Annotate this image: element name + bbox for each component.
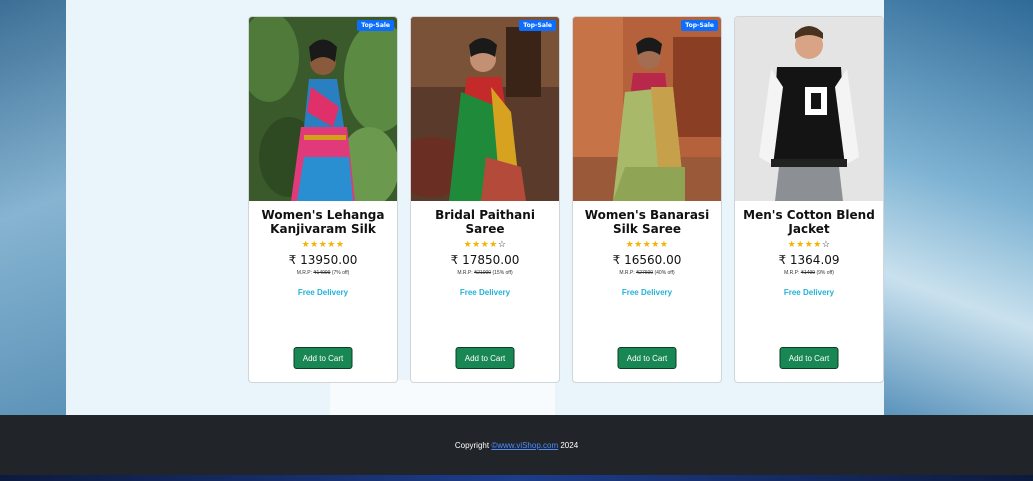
- mrp-label: M.R.P:: [619, 270, 635, 276]
- product-mrp: M.R.P: ₹14999 (7% off): [255, 270, 391, 276]
- add-to-cart-button[interactable]: Add to Cart: [455, 347, 515, 369]
- copyright-prefix: Copyright: [454, 441, 492, 450]
- free-delivery-label: Free Delivery: [621, 288, 673, 297]
- product-card[interactable]: Top-Sale Bridal Paithani Saree ★★★★☆ ₹ 1…: [410, 16, 560, 383]
- product-mrp: M.R.P: ₹27600 (40% off): [579, 270, 715, 276]
- star-icons-empty: ☆: [821, 239, 831, 249]
- add-to-cart-button[interactable]: Add to Cart: [617, 347, 677, 369]
- product-title[interactable]: Men's Cotton Blend Jacket: [741, 208, 877, 236]
- free-delivery-label: Free Delivery: [297, 288, 349, 297]
- free-delivery-label: Free Delivery: [459, 288, 511, 297]
- star-icons-filled: ★★★★: [787, 239, 822, 249]
- product-mrp: M.R.P: ₹1499 (9% off): [741, 270, 877, 276]
- rating-stars: ★★★★☆: [417, 239, 553, 249]
- star-icons-empty: ☆: [497, 239, 507, 249]
- content-decoration: [330, 380, 555, 415]
- star-icons-filled: ★★★★★: [625, 239, 669, 249]
- rating-stars: ★★★★★: [255, 239, 391, 249]
- bottom-strip: [0, 475, 1033, 481]
- background-left-panel: [0, 0, 70, 415]
- discount-percent: (9% off): [816, 270, 834, 276]
- product-price: ₹ 16560.00: [612, 253, 682, 267]
- product-price: ₹ 13950.00: [288, 253, 358, 267]
- product-card[interactable]: Top-Sale Women's Banarasi Silk Saree ★★★…: [572, 16, 722, 383]
- model-green-saree-image[interactable]: Top-Sale: [411, 17, 559, 201]
- top-sale-badge: Top-Sale: [357, 20, 394, 31]
- discount-percent: (7% off): [331, 270, 350, 276]
- model-olive-saree-image[interactable]: Top-Sale: [573, 17, 721, 201]
- star-icons-filled: ★★★★: [463, 239, 498, 249]
- model-pink-saree-image[interactable]: Top-Sale: [249, 17, 397, 201]
- rating-stars: ★★★★☆: [741, 239, 877, 249]
- product-title[interactable]: Women's Lehanga Kanjivaram Silk: [255, 208, 391, 236]
- discount-percent: (15% off): [492, 270, 513, 276]
- copyright-year: 2024: [558, 441, 579, 450]
- rating-stars: ★★★★★: [579, 239, 715, 249]
- top-sale-badge: Top-Sale: [519, 20, 556, 31]
- product-mrp: M.R.P: ₹21000 (15% off): [417, 270, 553, 276]
- site-link[interactable]: ©www.viShop.com: [491, 441, 558, 450]
- add-to-cart-button[interactable]: Add to Cart: [293, 347, 353, 369]
- mrp-original-price: ₹27600: [635, 270, 654, 276]
- product-card[interactable]: Top-Sale Women's Lehanga Kanjivaram Silk…: [248, 16, 398, 383]
- mrp-label: M.R.P:: [784, 270, 800, 276]
- background-right-panel: [883, 0, 1033, 415]
- discount-percent: (40% off): [654, 270, 675, 276]
- model-varsity-jacket-image[interactable]: [735, 17, 883, 201]
- add-to-cart-button[interactable]: Add to Cart: [779, 347, 839, 369]
- product-title[interactable]: Women's Banarasi Silk Saree: [579, 208, 715, 236]
- free-delivery-label: Free Delivery: [783, 288, 835, 297]
- product-title[interactable]: Bridal Paithani Saree: [417, 208, 553, 236]
- site-footer: Copyright ©www.viShop.com 2024: [0, 415, 1033, 475]
- mrp-label: M.R.P:: [296, 270, 312, 276]
- mrp-original-price: ₹14999: [313, 270, 331, 276]
- product-card[interactable]: Men's Cotton Blend Jacket ★★★★☆ ₹ 1364.0…: [734, 16, 884, 383]
- mrp-label: M.R.P:: [457, 270, 473, 276]
- star-icons-filled: ★★★★★: [301, 239, 345, 249]
- product-price: ₹ 17850.00: [450, 253, 520, 267]
- top-sale-badge: Top-Sale: [681, 20, 718, 31]
- mrp-original-price: ₹1499: [800, 270, 816, 276]
- product-price: ₹ 1364.09: [778, 253, 840, 267]
- product-grid: Top-Sale Women's Lehanga Kanjivaram Silk…: [248, 16, 888, 384]
- mrp-original-price: ₹21000: [473, 270, 492, 276]
